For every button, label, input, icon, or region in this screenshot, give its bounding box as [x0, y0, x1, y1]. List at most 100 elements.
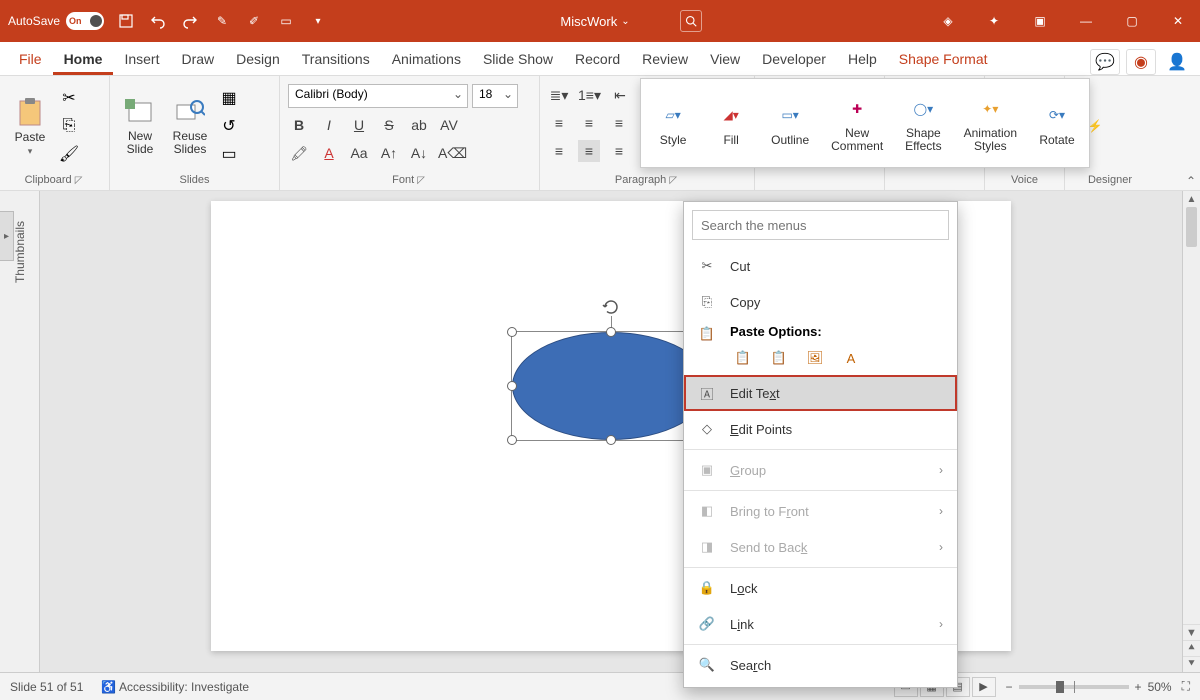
outline-button[interactable]: ▭▾Outline	[767, 85, 813, 161]
zoom-value[interactable]: 50%	[1148, 680, 1172, 694]
ellipse-shape[interactable]	[512, 332, 710, 440]
bold-button[interactable]: B	[288, 114, 310, 136]
fit-window-icon[interactable]: ⛶	[1182, 679, 1190, 694]
accessibility-status[interactable]: ♿ Accessibility: Investigate	[101, 680, 249, 694]
menu-search-item[interactable]: 🔍Search	[684, 647, 957, 683]
maximize-button[interactable]: ▢	[1118, 7, 1146, 35]
shape-effects-button[interactable]: ◯▾Shape Effects	[901, 85, 945, 161]
font-size-select[interactable]: 18	[472, 84, 518, 108]
zoom-thumb[interactable]	[1056, 681, 1064, 693]
grow-font-button[interactable]: A↑	[378, 142, 400, 164]
autosave[interactable]: AutoSave On	[8, 12, 104, 30]
share-icon[interactable]: 👤	[1162, 49, 1192, 75]
cut-icon[interactable]: ✂	[58, 87, 80, 109]
resize-handle[interactable]	[507, 327, 517, 337]
align-right2-button[interactable]: ≡	[608, 140, 630, 162]
tab-draw[interactable]: Draw	[170, 45, 225, 75]
section-icon[interactable]: ▭	[218, 143, 240, 165]
style-button[interactable]: ▱▾Style	[651, 85, 695, 161]
menu-bring-front[interactable]: ◧Bring to Front›	[684, 493, 957, 529]
change-case-button[interactable]: Aa	[348, 142, 370, 164]
slideshow-view-icon[interactable]: ▶	[972, 677, 996, 697]
resize-handle[interactable]	[507, 381, 517, 391]
highlight-button[interactable]: 🖍	[288, 142, 310, 164]
indent-dec-button[interactable]: ⇤	[609, 84, 631, 106]
rotate-button[interactable]: ⟳▾Rotate	[1035, 85, 1079, 161]
prev-slide-icon[interactable]: ⯅	[1183, 640, 1200, 656]
font-name-select[interactable]: Calibri (Body)	[288, 84, 468, 108]
underline-button[interactable]: U	[348, 114, 370, 136]
tab-animations[interactable]: Animations	[381, 45, 472, 75]
copy-icon[interactable]: ⎘	[58, 115, 80, 137]
menu-copy[interactable]: ⎘Copy	[684, 284, 957, 320]
numbering-button[interactable]: 1≡▾	[578, 84, 601, 106]
shrink-font-button[interactable]: A↓	[408, 142, 430, 164]
tab-developer[interactable]: Developer	[751, 45, 837, 75]
tab-record[interactable]: Record	[564, 45, 631, 75]
thumbnail-toggle[interactable]: ▸	[0, 211, 14, 261]
vertical-scrollbar[interactable]: ▲ ▼ ⯅ ⯆	[1182, 191, 1200, 672]
clear-format-button[interactable]: A⌫	[438, 142, 467, 164]
animation-styles-button[interactable]: ✦▾Animation Styles	[960, 85, 1021, 161]
tab-help[interactable]: Help	[837, 45, 888, 75]
paragraph-launcher[interactable]: ◸	[669, 175, 679, 186]
font-launcher[interactable]: ◸	[417, 175, 427, 186]
undo-icon[interactable]	[148, 11, 168, 31]
close-button[interactable]: ✕	[1164, 7, 1192, 35]
tab-review[interactable]: Review	[631, 45, 699, 75]
menu-edit-points[interactable]: ◇Edit Points	[684, 411, 957, 447]
resize-handle[interactable]	[606, 435, 616, 445]
rotate-handle[interactable]	[602, 298, 620, 316]
menu-search[interactable]	[692, 210, 949, 240]
tab-insert[interactable]: Insert	[113, 45, 170, 75]
slide-region[interactable]	[40, 191, 1182, 672]
tab-slideshow[interactable]: Slide Show	[472, 45, 564, 75]
present-icon[interactable]: ▭	[276, 11, 296, 31]
minimize-button[interactable]: —	[1072, 7, 1100, 35]
document-name[interactable]: MiscWork ⌄	[560, 14, 629, 29]
scroll-down-icon[interactable]: ▼	[1183, 624, 1200, 640]
layout-icon[interactable]: ▦	[218, 87, 240, 109]
align-left2-button[interactable]: ≡	[548, 140, 570, 162]
next-slide-icon[interactable]: ⯆	[1183, 656, 1200, 672]
zoom-slider[interactable]	[1019, 685, 1129, 689]
paste-button[interactable]: Paste ▾	[8, 85, 52, 167]
menu-edit-text[interactable]: 🄰Edit Text	[684, 375, 957, 411]
paste-use-dest[interactable]: 📋	[730, 345, 756, 371]
tab-file[interactable]: File	[8, 45, 53, 75]
sparkle-icon[interactable]: ✦	[980, 7, 1008, 35]
tab-design[interactable]: Design	[225, 45, 291, 75]
align-center-button[interactable]: ≡	[578, 112, 600, 134]
scroll-up-icon[interactable]: ▲	[1183, 191, 1200, 207]
new-slide-button[interactable]: New Slide	[118, 85, 162, 167]
diamond-icon[interactable]: ◈	[934, 7, 962, 35]
bullets-button[interactable]: ≣▾	[548, 84, 570, 106]
zoom-control[interactable]: − + 50%	[1006, 680, 1172, 694]
save-icon[interactable]	[116, 11, 136, 31]
tab-shape-format[interactable]: Shape Format	[888, 45, 999, 75]
reset-icon[interactable]: ↺	[218, 115, 240, 137]
zoom-in-icon[interactable]: +	[1135, 680, 1142, 694]
redo-icon[interactable]	[180, 11, 200, 31]
slide-indicator[interactable]: Slide 51 of 51	[10, 680, 83, 694]
collapse-ribbon-icon[interactable]: ⌃	[1186, 174, 1196, 188]
paste-keep-source[interactable]: 📋	[766, 345, 792, 371]
record-indicator-icon[interactable]: ◉	[1126, 49, 1156, 75]
paste-picture[interactable]: 🖼	[802, 345, 828, 371]
thumbnail-strip[interactable]: Thumbnails	[0, 191, 40, 672]
menu-lock[interactable]: 🔒Lock	[684, 570, 957, 606]
window-icon[interactable]: ▣	[1026, 7, 1054, 35]
autosave-toggle[interactable]: On	[66, 12, 104, 30]
char-spacing-button[interactable]: AV	[438, 114, 460, 136]
comments-icon[interactable]: 💬	[1090, 49, 1120, 75]
align-right-button[interactable]: ≡	[608, 112, 630, 134]
tab-home[interactable]: Home	[53, 45, 114, 75]
paste-text-only[interactable]: A	[838, 345, 864, 371]
menu-send-back[interactable]: ◨Send to Back›	[684, 529, 957, 565]
qat-icon-1[interactable]: ✎	[212, 11, 232, 31]
align-center2-button[interactable]: ≡	[578, 140, 600, 162]
scroll-thumb[interactable]	[1186, 207, 1197, 247]
font-color-button[interactable]: A	[318, 142, 340, 164]
zoom-out-icon[interactable]: −	[1006, 680, 1013, 694]
tab-transitions[interactable]: Transitions	[291, 45, 381, 75]
